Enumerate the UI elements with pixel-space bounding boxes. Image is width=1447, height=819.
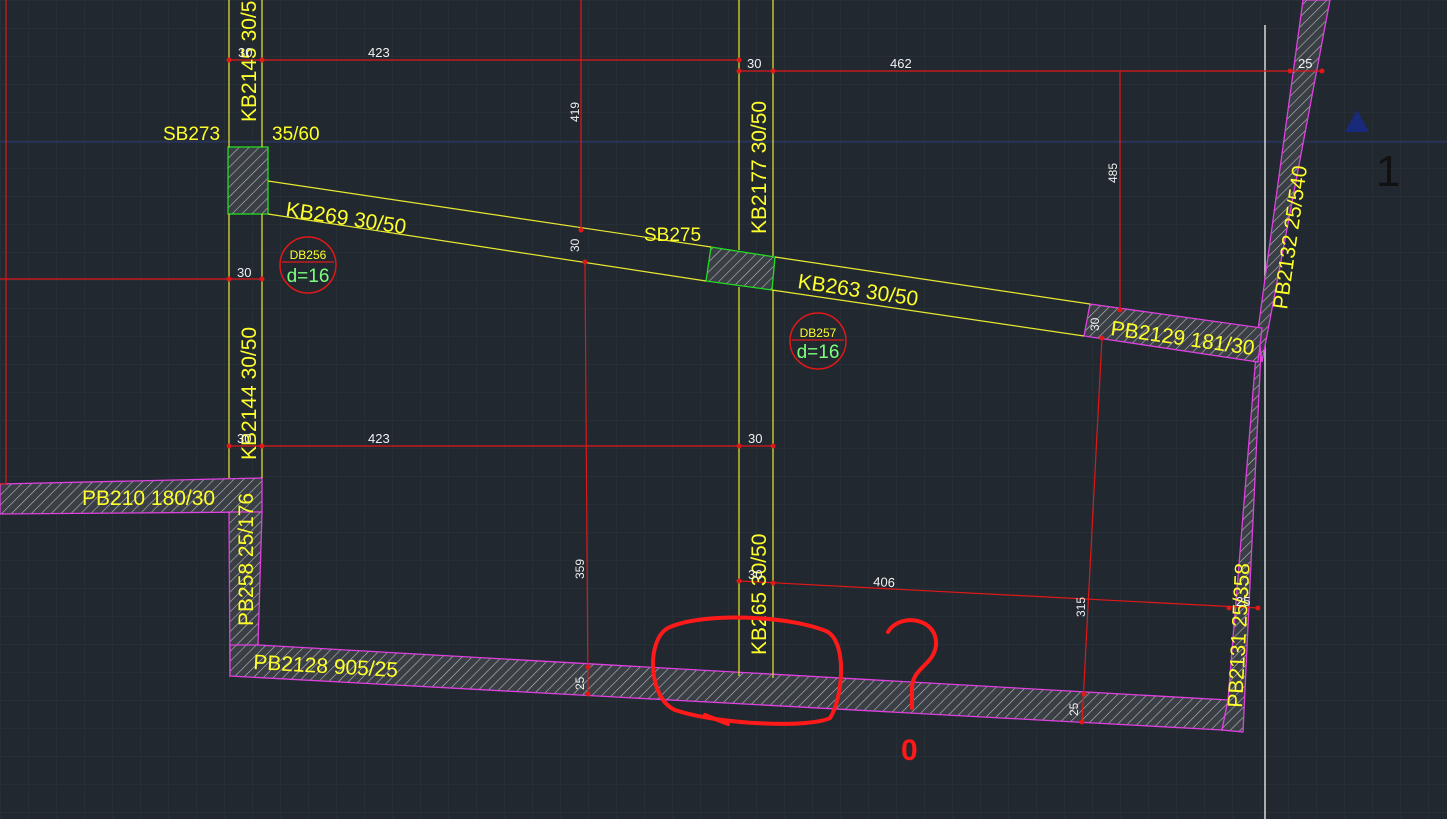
label-pb210[interactable]: PB210 180/30	[82, 487, 215, 510]
pier-db257-name: DB257	[800, 326, 837, 340]
dim-406: 406	[873, 574, 895, 590]
pier-db256-size: d=16	[287, 266, 330, 287]
label-kb2177[interactable]: KB2177 30/50	[748, 101, 771, 234]
dim-315: 315	[1074, 597, 1088, 617]
cad-drawing-canvas[interactable]: DB256 d=16 DB257 d=16 KB2145 30/50 SB273…	[0, 0, 1447, 819]
dim-25-bottom-left: 25	[573, 676, 587, 690]
dim-30-right-beam: 30	[1088, 317, 1102, 331]
dim-462: 462	[890, 56, 912, 71]
pier-db256-name: DB256	[290, 248, 327, 262]
label-pb258[interactable]: PB258 25/176	[235, 493, 258, 626]
label-kb265[interactable]: KB265 30/50	[748, 534, 771, 655]
dim-30-top-left: 30	[238, 45, 252, 60]
dim-30-mid-center: 30	[748, 431, 762, 446]
view-number: 1	[1376, 147, 1400, 196]
label-sb273-size[interactable]: 35/60	[272, 124, 320, 145]
label-kb2145[interactable]: KB2145 30/50	[238, 0, 261, 122]
dim-30-top-mid: 30	[747, 56, 761, 71]
dim-423-mid: 423	[368, 431, 390, 446]
dim-25-top-right: 25	[1298, 56, 1312, 71]
dim-30-left: 30	[237, 265, 251, 280]
markup-zero: 0	[901, 734, 918, 767]
cad-drawing: DB256 d=16 DB257 d=16 KB2145 30/50 SB273…	[0, 0, 1447, 819]
pier-db257-size: d=16	[797, 342, 840, 363]
dim-359: 359	[573, 559, 587, 579]
column-sb273	[227, 146, 269, 215]
dim-30-mid-left: 30	[237, 431, 251, 446]
dim-25-right: 25	[1236, 594, 1250, 609]
label-sb273[interactable]: SB273	[163, 124, 220, 145]
dim-485: 485	[1106, 163, 1120, 183]
dim-419: 419	[568, 102, 582, 122]
dim-30-mid-vertical: 30	[568, 238, 582, 252]
dim-25-bottom-right: 25	[1067, 702, 1081, 716]
dim-423-top: 423	[368, 45, 390, 60]
label-sb275[interactable]: SB275	[644, 225, 701, 246]
dim-30-bottom: 30	[748, 567, 762, 582]
